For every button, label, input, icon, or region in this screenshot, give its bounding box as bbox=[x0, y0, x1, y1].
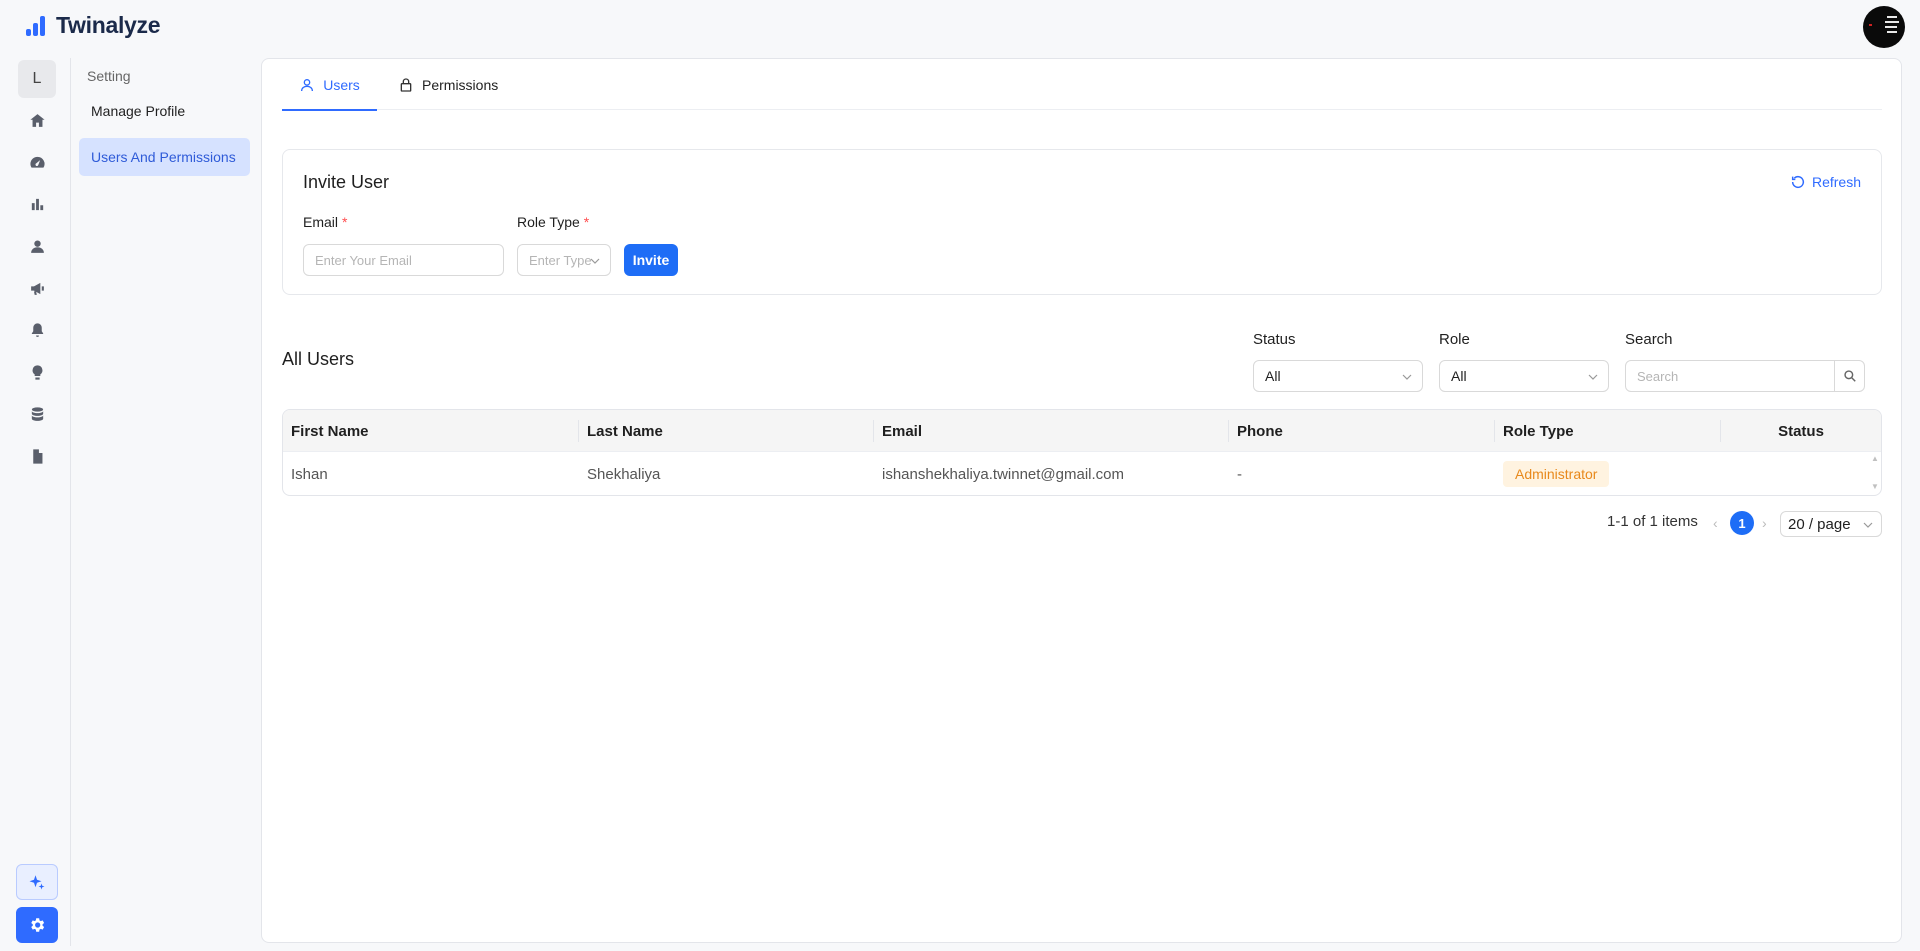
column-header-email[interactable]: Email bbox=[874, 410, 922, 452]
chevron-down-icon bbox=[1402, 374, 1412, 380]
app-name: Twinalyze bbox=[56, 12, 161, 38]
ai-sparkle-button[interactable] bbox=[16, 864, 58, 900]
tab-users-label: Users bbox=[323, 76, 360, 93]
table-header: First Name Last Name Email Phone Role Ty… bbox=[283, 410, 1881, 452]
subnav-item-manage-profile[interactable]: Manage Profile bbox=[79, 92, 250, 130]
database-icon[interactable] bbox=[25, 402, 49, 426]
cell-role-type: Administrator bbox=[1495, 452, 1610, 495]
app-logo[interactable]: Twinalyze bbox=[24, 12, 161, 39]
required-marker: * bbox=[342, 214, 348, 230]
logo-icon bbox=[24, 13, 50, 39]
status-filter-value: All bbox=[1265, 368, 1281, 384]
role-filter-label: Role bbox=[1439, 331, 1470, 348]
user-avatar[interactable] bbox=[1863, 6, 1905, 48]
pagination-summary: 1-1 of 1 items bbox=[1607, 513, 1698, 530]
invite-user-card: Invite User Refresh Email* Role Type* En… bbox=[282, 149, 1882, 295]
insights-lightbulb-icon[interactable] bbox=[25, 360, 49, 384]
campaign-megaphone-icon[interactable] bbox=[25, 276, 49, 300]
settings-button[interactable] bbox=[16, 907, 58, 943]
column-header-status[interactable]: Status bbox=[1721, 410, 1881, 452]
role-filter-select[interactable]: All bbox=[1439, 360, 1609, 392]
required-marker: * bbox=[583, 214, 590, 230]
search-button[interactable] bbox=[1834, 360, 1865, 392]
page-size-value: 20 / page bbox=[1788, 515, 1851, 533]
user-icon[interactable] bbox=[25, 234, 49, 258]
next-page-chevron-right-icon[interactable]: › bbox=[1762, 515, 1767, 531]
search-icon bbox=[1843, 370, 1856, 382]
gear-icon bbox=[31, 918, 45, 932]
top-bar: Twinalyze bbox=[0, 0, 1920, 54]
search-input[interactable] bbox=[1625, 360, 1835, 392]
role-type-select[interactable]: Enter Type bbox=[517, 244, 611, 276]
cell-phone: - bbox=[1237, 465, 1242, 483]
chevron-down-icon bbox=[1863, 522, 1873, 528]
prev-page-chevron-left-icon[interactable]: ‹ bbox=[1713, 515, 1718, 531]
scroll-down-arrow-icon[interactable]: ▼ bbox=[1871, 482, 1879, 491]
invite-user-title: Invite User bbox=[303, 172, 390, 192]
page-size-select[interactable]: 20 / page bbox=[1780, 511, 1882, 537]
status-filter-select[interactable]: All bbox=[1253, 360, 1423, 392]
role-type-field-label: Role Type * bbox=[517, 214, 590, 230]
refresh-button[interactable]: Refresh bbox=[1790, 174, 1861, 190]
column-header-first-name[interactable]: First Name bbox=[283, 410, 369, 452]
rail-divider bbox=[70, 58, 71, 946]
workspace-avatar[interactable]: L bbox=[18, 60, 56, 98]
cell-last-name: Shekhaliya bbox=[587, 465, 661, 483]
user-outline-icon bbox=[301, 78, 314, 91]
scroll-up-arrow-icon[interactable]: ▲ bbox=[1871, 454, 1879, 463]
home-icon[interactable] bbox=[25, 108, 49, 132]
cell-status bbox=[1721, 452, 1729, 495]
subnav-title: Setting bbox=[87, 68, 131, 84]
email-input[interactable] bbox=[303, 244, 504, 276]
lock-icon bbox=[400, 77, 412, 92]
tab-permissions[interactable]: Permissions bbox=[398, 59, 498, 110]
notifications-bell-icon[interactable] bbox=[25, 318, 49, 342]
cell-first-name: Ishan bbox=[291, 465, 328, 483]
refresh-icon bbox=[1791, 175, 1805, 189]
analytics-bar-chart-icon[interactable] bbox=[25, 192, 49, 216]
users-table: First Name Last Name Email Phone Role Ty… bbox=[282, 409, 1882, 496]
email-field-label: Email * bbox=[303, 214, 348, 230]
dashboard-gauge-icon[interactable] bbox=[25, 150, 49, 174]
column-header-role-type[interactable]: Role Type bbox=[1495, 410, 1574, 452]
column-header-last-name[interactable]: Last Name bbox=[579, 410, 663, 452]
role-type-placeholder: Enter Type bbox=[529, 252, 592, 268]
cell-email: ishanshekhaliya.twinnet@gmail.com bbox=[882, 465, 1125, 483]
document-file-icon[interactable] bbox=[25, 444, 49, 468]
search-label: Search bbox=[1625, 331, 1673, 348]
role-filter-value: All bbox=[1451, 368, 1467, 384]
role-badge: Administrator bbox=[1503, 461, 1610, 487]
page-number-button[interactable]: 1 bbox=[1730, 511, 1754, 535]
active-tab-indicator bbox=[282, 109, 377, 111]
table-scrollbar[interactable]: ▲ ▼ bbox=[1870, 452, 1880, 495]
icon-rail: L bbox=[0, 56, 72, 951]
tab-permissions-label: Permissions bbox=[422, 76, 499, 93]
all-users-title: All Users bbox=[282, 349, 355, 369]
table-row[interactable]: Ishan Shekhaliya ishanshekhaliya.twinnet… bbox=[283, 452, 1881, 495]
chevron-down-icon bbox=[590, 258, 600, 264]
search-box bbox=[1625, 360, 1865, 392]
tab-bar: Users Permissions bbox=[282, 59, 1882, 111]
column-header-phone[interactable]: Phone bbox=[1229, 410, 1283, 452]
invite-button[interactable]: Invite bbox=[624, 244, 678, 276]
main-panel: Users Permissions Invite User Refresh Em… bbox=[261, 58, 1902, 943]
refresh-label: Refresh bbox=[1811, 174, 1861, 190]
chevron-down-icon bbox=[1588, 374, 1598, 380]
subnav-item-users-and-permissions[interactable]: Users And Permissions bbox=[79, 138, 250, 176]
sparkle-icon bbox=[29, 875, 45, 890]
status-filter-label: Status bbox=[1253, 331, 1296, 348]
tab-users[interactable]: Users bbox=[282, 59, 377, 111]
